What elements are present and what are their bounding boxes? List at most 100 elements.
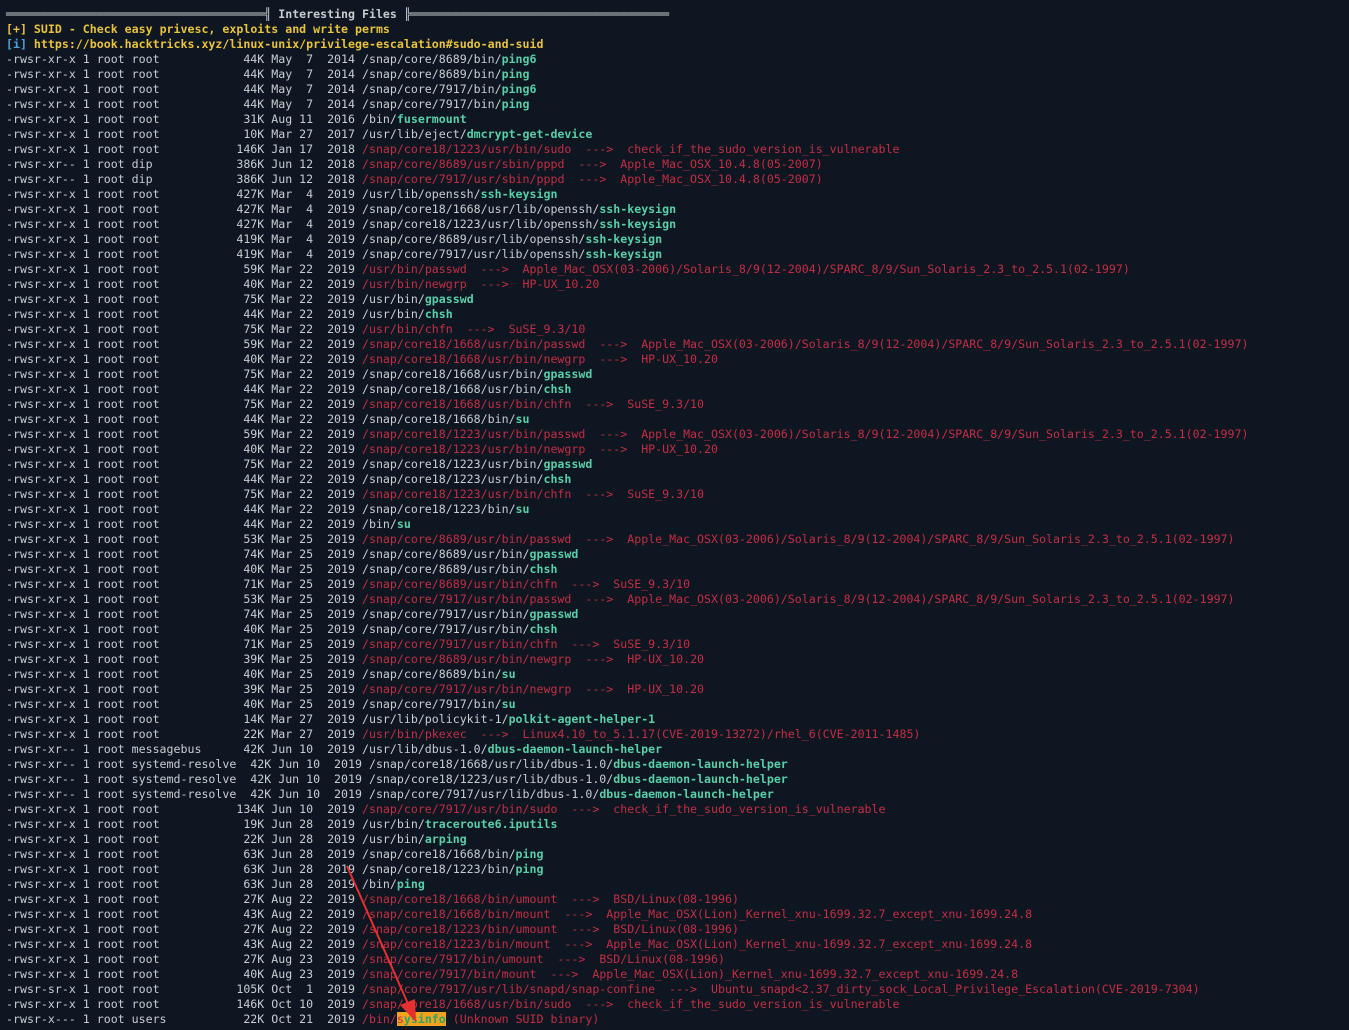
file-binary: ping <box>396 877 425 891</box>
file-binary: su <box>515 412 530 426</box>
file-binary: passwd <box>543 427 586 441</box>
file-binary: snap-confine <box>571 982 656 996</box>
file-meta: -rwsr-xr-x 1 root root 71K Mar 25 2019 <box>6 637 362 651</box>
file-binary: su <box>501 697 516 711</box>
file-meta: -rwsr-xr-x 1 root root 44K Mar 22 2019 <box>6 412 362 426</box>
terminal-output[interactable]: ═════════════════════════════════════╣ I… <box>6 7 1349 1027</box>
file-row: -rwsr-xr-x 1 root root 44K Mar 22 2019 /… <box>6 517 1349 532</box>
file-dir: /snap/core/7917/usr/bin/ <box>361 682 530 696</box>
file-row: -rwsr-xr-x 1 root root 75K Mar 22 2019 /… <box>6 457 1349 472</box>
file-dir: /snap/core/7917/usr/bin/ <box>361 592 530 606</box>
exploit-hint: ---> BSD/Linux(08-1996) <box>557 922 739 936</box>
unknown-binary: ysinfo <box>403 1012 446 1026</box>
file-dir: /snap/core18/1668/usr/bin/ <box>361 367 544 381</box>
exploit-hint: ---> Ubuntu_snapd<2.37_dirty_sock_Local_… <box>655 982 1200 996</box>
file-meta: -rwsr-xr-x 1 root root 71K Mar 25 2019 <box>6 577 362 591</box>
file-binary: ping <box>515 862 544 876</box>
file-row: -rwsr-xr-x 1 root root 419K Mar 4 2019 /… <box>6 247 1349 262</box>
file-dir: /usr/bin/ <box>361 307 425 321</box>
file-binary: polkit-agent-helper-1 <box>508 712 656 726</box>
file-dir: /bin/ <box>361 1012 397 1026</box>
file-meta: -rwsr-xr-x 1 root root 44K Mar 22 2019 <box>6 307 362 321</box>
file-binary: gpasswd <box>529 547 579 561</box>
file-binary: dbus-daemon-launch-helper <box>599 787 774 801</box>
file-binary: chsh <box>529 622 558 636</box>
exploit-hint: ---> Apple_Mac_OSX(03-2006)/Solaris_8/9(… <box>585 337 1249 351</box>
file-dir: /snap/core/7917/usr/bin/ <box>361 802 530 816</box>
file-row: -rwsr-xr-x 1 root root 40K Mar 22 2019 /… <box>6 277 1349 292</box>
file-meta: -rwsr-xr-x 1 root root 44K Mar 22 2019 <box>6 382 362 396</box>
file-row: -rwsr-xr-x 1 root root 419K Mar 4 2019 /… <box>6 232 1349 247</box>
file-binary: passwd <box>529 532 572 546</box>
exploit-hint: ---> SuSE_9.3/10 <box>452 322 586 336</box>
file-row: -rwsr-xr-x 1 root root 146K Oct 10 2019 … <box>6 997 1349 1012</box>
file-dir: /snap/core/8689/bin/ <box>361 67 502 81</box>
file-meta: -rwsr-xr-x 1 root root 40K Mar 25 2019 <box>6 667 362 681</box>
file-dir: /usr/bin/ <box>361 727 425 741</box>
file-dir: /usr/lib/openssh/ <box>361 187 481 201</box>
exploit-hint: ---> HP-UX_10.20 <box>585 352 718 366</box>
file-binary: su <box>515 502 530 516</box>
file-row: -rwsr-xr-x 1 root root 71K Mar 25 2019 /… <box>6 637 1349 652</box>
file-meta: -rwsr-xr-x 1 root root 53K Mar 25 2019 <box>6 532 362 546</box>
file-binary: dmcrypt-get-device <box>466 127 593 141</box>
file-row: -rwsr-xr-x 1 root root 40K Mar 25 2019 /… <box>6 562 1349 577</box>
file-meta: -rwsr-xr-x 1 root root 39K Mar 25 2019 <box>6 682 362 696</box>
file-row: -rwsr-xr-x 1 root root 43K Aug 22 2019 /… <box>6 937 1349 952</box>
file-row: -rwsr-xr-- 1 root systemd-resolve 42K Ju… <box>6 772 1349 787</box>
file-binary: chfn <box>424 322 453 336</box>
file-meta: -rwsr-xr-x 1 root root 44K Mar 22 2019 <box>6 502 362 516</box>
file-row: -rwsr-xr-x 1 root root 44K May 7 2014 /s… <box>6 82 1349 97</box>
exploit-hint: ---> HP-UX_10.20 <box>585 442 718 456</box>
file-row: -rwsr-xr-x 1 root root 44K May 7 2014 /s… <box>6 97 1349 112</box>
file-dir: /snap/core18/1223/usr/bin/ <box>361 427 544 441</box>
file-dir: /bin/ <box>361 112 397 126</box>
file-row: -rwsr-xr-x 1 root root 27K Aug 23 2019 /… <box>6 952 1349 967</box>
file-row: -rwsr-xr-- 1 root messagebus 42K Jun 10 … <box>6 742 1349 757</box>
file-binary: newgrp <box>543 352 586 366</box>
file-binary: arping <box>424 832 467 846</box>
file-binary: chsh <box>529 562 558 576</box>
file-dir: /snap/core18/1668/usr/bin/ <box>361 352 544 366</box>
file-binary: mount <box>515 907 551 921</box>
file-dir: /snap/core/8689/usr/bin/ <box>361 547 530 561</box>
file-dir: /snap/core18/1668/bin/ <box>361 907 516 921</box>
file-row: -rwsr-xr-x 1 root root 44K May 7 2014 /s… <box>6 67 1349 82</box>
file-meta: -rwsr-xr-x 1 root root 75K Mar 22 2019 <box>6 457 362 471</box>
file-meta: -rwsr-xr-x 1 root root 43K Aug 22 2019 <box>6 907 362 921</box>
file-dir: /snap/core/7917/usr/bin/ <box>361 607 530 621</box>
file-binary: gpasswd <box>529 607 579 621</box>
file-dir: /snap/core/7917/usr/lib/dbus-1.0/ <box>368 787 600 801</box>
file-dir: /snap/core18/1223/usr/lib/openssh/ <box>361 217 600 231</box>
file-dir: /usr/lib/dbus-1.0/ <box>361 742 488 756</box>
hacktricks-link[interactable]: https://book.hacktricks.xyz/linux-unix/p… <box>27 37 544 51</box>
exploit-hint: ---> Linux4.10_to_5.1.17(CVE-2019-13272)… <box>466 727 921 741</box>
file-row: -rwsr-xr-x 1 root root 44K Mar 22 2019 /… <box>6 307 1349 322</box>
file-meta: -rwsr-xr-x 1 root root 44K May 7 2014 <box>6 97 362 111</box>
section-title: Interesting Files <box>278 7 397 21</box>
exploit-hint: ---> Apple_Mac_OSX(Lion)_Kernel_xnu-1699… <box>550 937 1033 951</box>
file-binary: chsh <box>543 472 572 486</box>
file-binary: passwd <box>529 592 572 606</box>
file-meta: -rwsr-xr-x 1 root root 27K Aug 22 2019 <box>6 922 362 936</box>
file-row: -rwsr-xr-x 1 root root 19K Jun 28 2019 /… <box>6 817 1349 832</box>
file-meta: -rwsr-xr-x 1 root root 75K Mar 22 2019 <box>6 367 362 381</box>
file-meta: -rwsr-xr-x 1 root root 10K Mar 27 2017 <box>6 127 362 141</box>
file-dir: /snap/core18/1223/usr/bin/ <box>361 472 544 486</box>
file-dir: /snap/core/7917/usr/lib/openssh/ <box>361 247 586 261</box>
file-row-sysinfo: -rwsr-x--- 1 root users 22K Oct 21 2019 … <box>6 1012 1349 1027</box>
file-meta: -rwsr-xr-x 1 root root 63K Jun 28 2019 <box>6 862 362 876</box>
file-row: -rwsr-xr-x 1 root root 31K Aug 11 2016 /… <box>6 112 1349 127</box>
file-row: -rwsr-xr-x 1 root root 59K Mar 22 2019 /… <box>6 262 1349 277</box>
file-row: -rwsr-xr-x 1 root root 22K Jun 28 2019 /… <box>6 832 1349 847</box>
file-meta: -rwsr-xr-x 1 root root 75K Mar 22 2019 <box>6 487 362 501</box>
highlight-cursor: s <box>396 1012 404 1026</box>
exploit-hint: ---> Apple_Mac_OSX(Lion)_Kernel_xnu-1699… <box>536 967 1019 981</box>
file-meta: -rwsr-xr-x 1 root root 43K Aug 22 2019 <box>6 937 362 951</box>
file-binary: chfn <box>543 397 572 411</box>
exploit-hint: ---> SuSE_9.3/10 <box>557 637 691 651</box>
file-meta: -rwsr-xr-x 1 root root 59K Mar 22 2019 <box>6 337 362 351</box>
file-meta: -rwsr-xr-x 1 root root 427K Mar 4 2019 <box>6 202 362 216</box>
exploit-hint: ---> BSD/Linux(08-1996) <box>543 952 725 966</box>
file-meta: -rwsr-xr-x 1 root root 59K Mar 22 2019 <box>6 262 362 276</box>
